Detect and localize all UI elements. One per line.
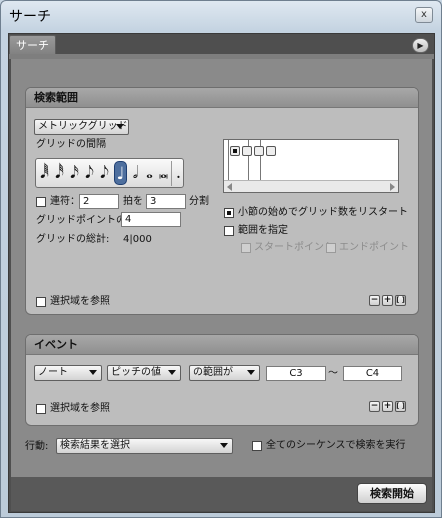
- action-dropdown[interactable]: 検索結果を選択: [56, 438, 233, 454]
- restart-checkbox[interactable]: [224, 208, 234, 218]
- tuplet-input[interactable]: 2: [79, 194, 119, 209]
- event-condition-dropdown[interactable]: の範囲が: [189, 365, 260, 381]
- event-property-dropdown[interactable]: ピッチの値: [107, 365, 181, 381]
- play-icon: ▶: [417, 41, 424, 50]
- event-remove-button[interactable]: −: [369, 401, 380, 412]
- grid-line: [228, 140, 229, 180]
- start-point-checkbox[interactable]: [241, 243, 251, 253]
- note-64th-icon[interactable]: 𝅘𝅥𝅰: [53, 161, 66, 185]
- start-search-button[interactable]: 検索開始: [357, 483, 427, 504]
- grid-total-label: グリッドの総計:: [36, 234, 110, 245]
- action-value: 検索結果を選択: [60, 440, 130, 451]
- event-to-input[interactable]: C4: [343, 366, 402, 381]
- note-32nd-icon[interactable]: 𝅘𝅥𝅯: [68, 161, 81, 185]
- division-label: 分割: [189, 196, 209, 207]
- range-checkbox[interactable]: [224, 226, 234, 236]
- beats-input[interactable]: 3: [146, 194, 186, 209]
- end-point-label: エンドポイント: [339, 242, 409, 253]
- grid-scrollbar[interactable]: [224, 180, 398, 192]
- all-sequences-label: 全てのシーケンスで検索を実行: [266, 440, 406, 451]
- range-label: 範囲を指定: [238, 225, 288, 236]
- start-point-label: スタートポイント: [254, 242, 334, 253]
- event-condition-value: の範囲が: [193, 367, 233, 378]
- event-header: イベント: [26, 335, 418, 355]
- tab-search[interactable]: サーチ: [9, 35, 56, 55]
- note-half-icon[interactable]: 𝅗𝅥: [129, 161, 142, 185]
- note-128th-icon[interactable]: 𝅘𝅥𝅱: [38, 161, 51, 185]
- grid-point-marker[interactable]: [242, 146, 252, 156]
- title-bar: サーチ x: [1, 1, 441, 31]
- chevron-down-icon: [220, 443, 228, 448]
- grid-mode-dropdown[interactable]: メトリックグリッド: [34, 119, 129, 135]
- grid-interval-label: グリッドの間隔: [36, 139, 106, 150]
- all-sequences-checkbox[interactable]: [252, 441, 262, 451]
- range-ref-selection-label: 選択域を参照: [50, 296, 110, 307]
- tuplet-checkbox[interactable]: [36, 197, 46, 207]
- range-add-button[interactable]: +: [382, 295, 393, 306]
- chevron-down-icon: [247, 370, 255, 375]
- event-from-input[interactable]: C3: [266, 366, 326, 381]
- note-quarter-icon[interactable]: ♩: [114, 161, 127, 185]
- note-8th-icon[interactable]: 𝅘𝅥𝅮: [98, 161, 111, 185]
- restart-label: 小節の始めでグリッド数をリスタート: [238, 207, 408, 218]
- scroll-right-icon[interactable]: [390, 183, 395, 191]
- note-whole-icon[interactable]: 𝅝: [143, 161, 156, 185]
- panel-menu-button[interactable]: ▶: [412, 38, 429, 53]
- grid-points-input[interactable]: 4: [121, 212, 181, 227]
- note-16th-icon[interactable]: 𝅘𝅥𝅮: [83, 161, 96, 185]
- note-double-whole-icon[interactable]: 𝅜: [157, 161, 170, 185]
- close-icon: x: [421, 9, 427, 20]
- note-value-selector: 𝅘𝅥𝅱 𝅘𝅥𝅰 𝅘𝅥𝅯 𝅘𝅥𝅮 𝅘𝅥𝅮 ♩ 𝅗𝅥 𝅝 𝅜 .: [35, 158, 184, 188]
- beats-label: 拍を: [123, 196, 143, 207]
- event-bracket-button[interactable]: [ ]: [395, 401, 406, 412]
- event-add-button[interactable]: +: [382, 401, 393, 412]
- chevron-down-icon: [168, 370, 176, 375]
- close-button[interactable]: x: [415, 7, 433, 23]
- search-range-header: 検索範囲: [26, 88, 418, 108]
- event-ref-selection-label: 選択域を参照: [50, 403, 110, 414]
- end-point-checkbox[interactable]: [326, 243, 336, 253]
- window-title: サーチ: [9, 9, 51, 25]
- chevron-down-icon: [116, 124, 124, 129]
- grid-point-marker[interactable]: [230, 146, 240, 156]
- grid-total-value: 4|000: [123, 234, 152, 245]
- event-type-value: ノート: [38, 367, 68, 378]
- dot-icon[interactable]: .: [172, 161, 185, 185]
- range-bracket-button[interactable]: [ ]: [395, 295, 406, 306]
- search-window: サーチ x サーチ ▶ 検索範囲 メトリックグリッド グリッドの間隔 𝅘𝅥𝅱 𝅘…: [0, 0, 442, 518]
- action-label: 行動:: [25, 441, 49, 452]
- scroll-left-icon[interactable]: [227, 183, 232, 191]
- range-ref-selection-checkbox[interactable]: [36, 297, 46, 307]
- event-ref-selection-checkbox[interactable]: [36, 404, 46, 414]
- grid-mode-value: メトリックグリッド: [38, 121, 128, 132]
- grid-preview: [223, 139, 399, 193]
- event-type-dropdown[interactable]: ノート: [34, 365, 102, 381]
- range-remove-button[interactable]: −: [369, 295, 380, 306]
- chevron-down-icon: [89, 370, 97, 375]
- event-property-value: ピッチの値: [111, 367, 161, 378]
- grid-point-marker[interactable]: [266, 146, 276, 156]
- range-tilde: 〜: [328, 368, 338, 379]
- grid-point-marker[interactable]: [254, 146, 264, 156]
- tuplet-label: 連符：: [50, 196, 80, 207]
